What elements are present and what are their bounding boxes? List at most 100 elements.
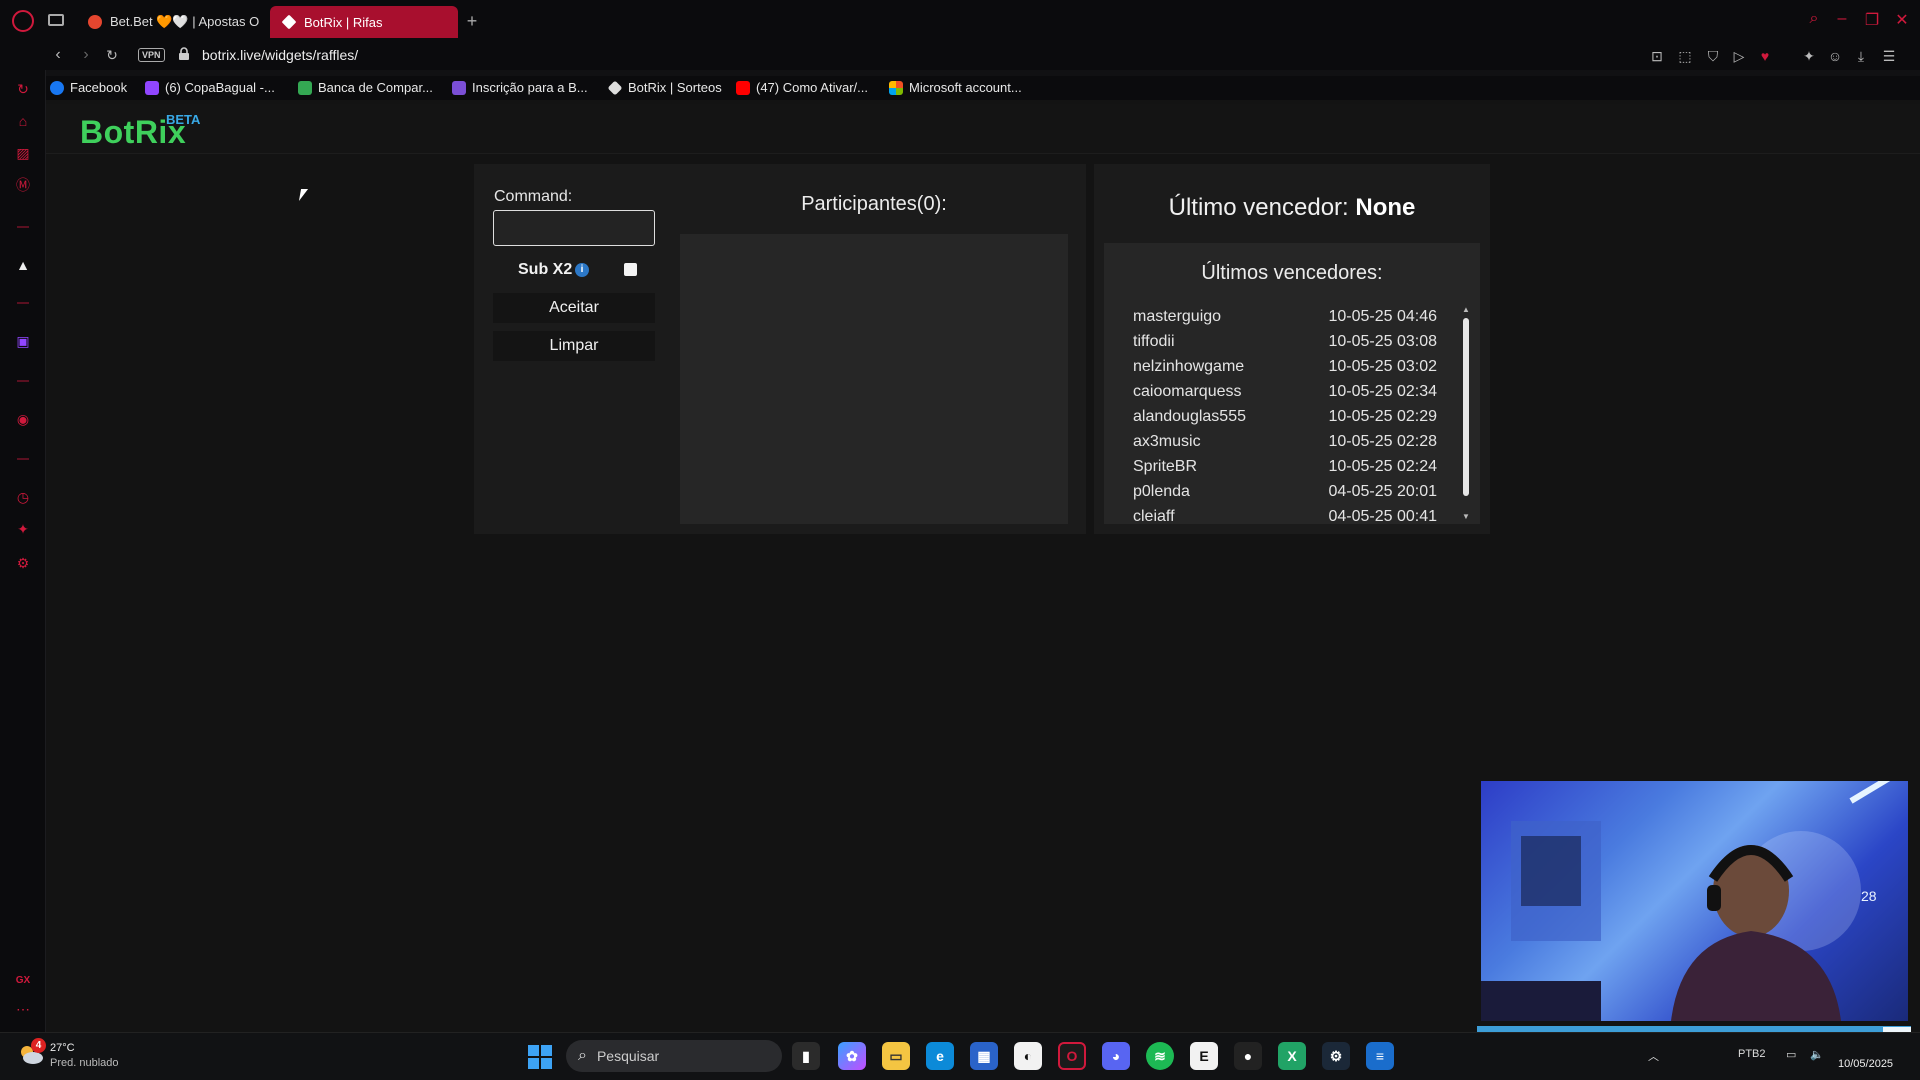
new-tab-plus-icon[interactable]: + — [462, 12, 482, 32]
back-icon[interactable]: ‹ — [48, 46, 68, 64]
bookmark-botrix-sorteos[interactable]: BotRix | Sorteos — [607, 80, 722, 95]
facebook-icon — [50, 80, 64, 95]
tab-botrix-rifas[interactable]: BotRix | Rifas — [270, 6, 458, 38]
play-icon[interactable]: ▷ — [1730, 48, 1748, 64]
language-indicator[interactable]: PTB2 — [1738, 1048, 1766, 1060]
heart-icon[interactable]: ♥ — [1756, 48, 1774, 64]
more-icon[interactable]: ⋯ — [14, 1000, 32, 1018]
sidebar-divider — [17, 458, 29, 460]
participants-list — [680, 234, 1068, 524]
url-field[interactable]: botrix.live/widgets/raffles/ — [202, 47, 358, 63]
gx-apps-icon[interactable]: ▲ — [14, 256, 32, 274]
command-label: Command: — [494, 188, 573, 205]
extensions-icon[interactable]: ✦ — [1800, 48, 1818, 64]
list-item: cleiaff 04-05-25 00:41 — [1133, 506, 1437, 524]
spotify-icon[interactable]: ≋ — [1146, 1042, 1174, 1070]
tab-list-icon[interactable] — [48, 14, 64, 26]
scroll-down-icon[interactable]: ▼ — [1461, 512, 1471, 522]
bookmark-copabagual[interactable]: (6) CopaBagual -... — [145, 80, 275, 95]
reload-icon[interactable]: ↻ — [102, 47, 122, 64]
recent-winners-list[interactable]: masterguigo 10-05-25 04:46 tiffodii 10-05-… — [1133, 306, 1437, 524]
list-item: caioomarquess 10-05-25 02:34 — [1133, 381, 1437, 406]
last-winner-value: None — [1355, 194, 1416, 221]
file-explorer-icon[interactable]: ▭ — [882, 1042, 910, 1070]
winner-time: 10-05-25 02:28 — [1328, 433, 1437, 450]
tray-chevron-icon[interactable]: ︿ — [1648, 1048, 1659, 1064]
winner-time: 10-05-25 02:34 — [1328, 383, 1437, 400]
command-input[interactable] — [493, 210, 655, 246]
opera-gx-logo-icon[interactable] — [12, 10, 34, 32]
gx-icon[interactable]: GX — [14, 972, 32, 990]
scrollbar-thumb[interactable] — [1463, 318, 1469, 496]
volume-icon[interactable]: 🔈 — [1810, 1048, 1824, 1061]
player-icon[interactable]: ◉ — [14, 410, 32, 428]
profile-icon[interactable]: ☺ — [1826, 48, 1844, 64]
weather-condition[interactable]: Pred. nublado — [50, 1057, 119, 1069]
gx-control-icon[interactable]: ↻ — [14, 80, 32, 98]
settings-icon[interactable]: ⚙ — [14, 554, 32, 572]
notepad-icon[interactable]: ≡ — [1366, 1042, 1394, 1070]
bookmark-icon[interactable]: ⊡ — [1648, 48, 1666, 64]
task-view-icon[interactable]: ▮ — [792, 1042, 820, 1070]
forward-icon[interactable]: › — [76, 46, 96, 64]
winner-time: 10-05-25 04:46 — [1328, 308, 1437, 325]
info-icon[interactable]: i — [575, 263, 589, 277]
restore-icon[interactable]: ❐ — [1862, 10, 1882, 30]
discord-icon[interactable]: ◕ — [1102, 1042, 1130, 1070]
obs-icon[interactable]: ◐ — [1014, 1042, 1042, 1070]
davinci-icon[interactable]: ● — [1234, 1042, 1262, 1070]
taskbar-search[interactable]: ⌕ Pesquisar — [566, 1040, 782, 1072]
bookmark-inscricao[interactable]: Inscrição para a B... — [452, 80, 588, 95]
betbet-favicon-icon — [88, 15, 102, 29]
windows-taskbar — [0, 1032, 1920, 1080]
minimize-icon[interactable]: – — [1832, 10, 1852, 30]
opera-gx-icon[interactable]: O — [1058, 1042, 1086, 1070]
bookmark-microsoft[interactable]: Microsoft account... — [889, 80, 1022, 95]
gx-mod-icon[interactable]: Ⓜ — [14, 176, 32, 194]
list-item: masterguigo 10-05-25 04:46 — [1133, 306, 1437, 331]
vpn-badge[interactable]: VPN — [138, 48, 165, 62]
copilot-icon[interactable]: ✿ — [838, 1042, 866, 1070]
lock-icon — [179, 47, 189, 60]
tab-betbet[interactable]: Bet.Bet 🧡🤍 | Apostas O — [76, 6, 262, 38]
sidebar-divider — [17, 226, 29, 228]
gx-store-icon[interactable]: ▨ — [14, 144, 32, 162]
accept-button[interactable]: Aceitar — [493, 293, 655, 323]
taskbar-date[interactable]: 10/05/2025 — [1838, 1058, 1893, 1070]
botrix-icon — [607, 80, 623, 95]
bookmarks-bar: Facebook (6) CopaBagual -... Banca de Co… — [0, 76, 1920, 100]
sidebar-divider — [17, 380, 29, 382]
gx-corner-icon[interactable]: ⌂ — [14, 112, 32, 130]
steam-icon[interactable]: ⚙ — [1322, 1042, 1350, 1070]
windows-start-icon[interactable] — [528, 1045, 552, 1069]
history-icon[interactable]: ◷ — [14, 488, 32, 506]
clear-button[interactable]: Limpar — [493, 331, 655, 361]
bookmark-banca[interactable]: Banca de Compar... — [298, 80, 433, 95]
gx-sidebar: ↻ ⌂ ▨ Ⓜ ▲ ▣ ◉ ◷ ✦ ⚙ GX ⋯ — [0, 70, 46, 1032]
extensions-icon[interactable]: ✦ — [14, 520, 32, 538]
temperature[interactable]: 27°C — [50, 1042, 75, 1054]
network-icon[interactable]: ▭ — [1786, 1048, 1796, 1061]
close-icon[interactable]: ✕ — [1892, 10, 1912, 30]
beta-badge: BETA — [166, 112, 201, 127]
shield-icon[interactable]: ⛉ — [1704, 48, 1722, 64]
winner-time: 10-05-25 02:24 — [1328, 458, 1437, 475]
menu-icon[interactable]: ☰ — [1880, 48, 1898, 64]
sub-x2-checkbox[interactable] — [624, 263, 637, 276]
winner-name: cleiaff — [1133, 508, 1175, 524]
list-item: ax3music 10-05-25 02:28 — [1133, 431, 1437, 456]
search-icon[interactable]: ⌕ — [1804, 10, 1824, 30]
scroll-up-icon[interactable]: ▲ — [1461, 305, 1471, 315]
bookmark-facebook[interactable]: Facebook — [50, 80, 127, 95]
edge-icon[interactable]: e — [926, 1042, 954, 1070]
winner-time: 10-05-25 03:02 — [1328, 358, 1437, 375]
twitch-icon[interactable]: ▣ — [14, 332, 32, 350]
streamer-webcam-image: 28 — [1481, 781, 1891, 1021]
epic-games-icon[interactable]: E — [1190, 1042, 1218, 1070]
snapshot-icon[interactable]: ⬚ — [1676, 48, 1694, 64]
excel-icon[interactable]: X — [1278, 1042, 1306, 1070]
store-icon[interactable]: ▦ — [970, 1042, 998, 1070]
bookmark-youtube[interactable]: (47) Como Ativar/... — [736, 80, 868, 95]
tab-label: BotRix | Rifas — [304, 14, 383, 30]
download-icon[interactable]: ⤓ — [1852, 48, 1870, 64]
